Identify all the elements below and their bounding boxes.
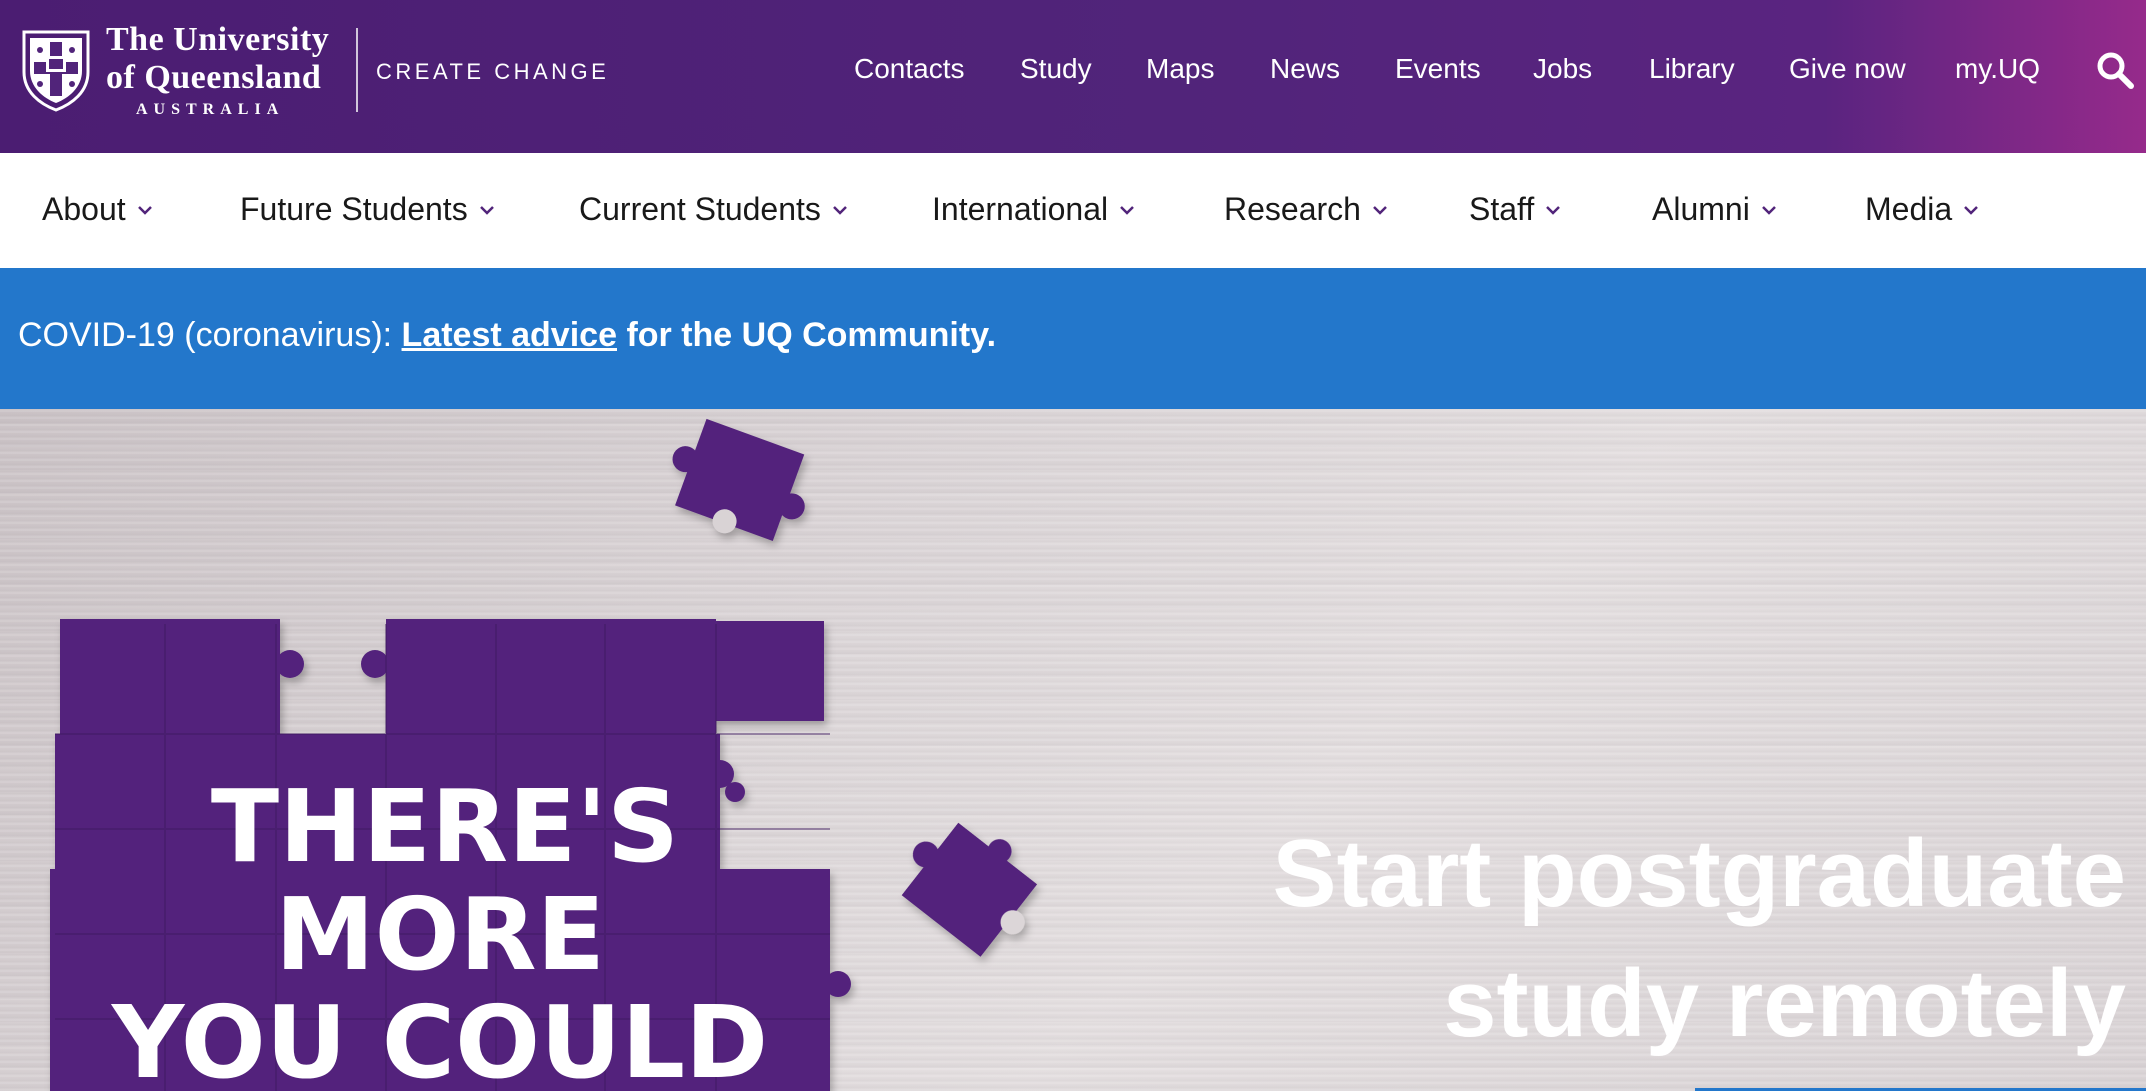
nav-item-research[interactable]: Research (1224, 191, 1389, 228)
puzzle-illustration: THERE'S MORE YOU COULD (50, 418, 1038, 1091)
puzzle-text-line3: YOU COULD (111, 984, 768, 1091)
chevron-down-icon (833, 205, 847, 215)
nav-item-label: Future Students (240, 191, 468, 227)
alert-prefix: COVID-19 (coronavirus): (18, 316, 402, 354)
hero-heading: Start postgraduate study remotely (1126, 809, 2126, 1069)
chevron-down-icon (1120, 205, 1135, 215)
nav-item-about[interactable]: About (42, 191, 154, 228)
nav-item-international[interactable]: International (932, 191, 1136, 228)
nav-item-media[interactable]: Media (1865, 191, 1980, 228)
chevron-down-icon (479, 205, 494, 215)
alert-message: COVID-19 (coronavirus): Latest advice fo… (18, 316, 996, 355)
university-country: AUSTRALIA (136, 100, 285, 118)
nav-item-label: International (932, 191, 1109, 227)
nav-item-label: Research (1224, 191, 1361, 227)
alert-suffix: for the UQ Community. (617, 316, 997, 354)
hero-heading-line2: study remotely (1443, 950, 2126, 1057)
nav-item-alumni[interactable]: Alumni (1652, 191, 1778, 228)
latest-advice-link[interactable]: Latest advice (402, 316, 617, 354)
university-name-line1: The University (106, 20, 330, 58)
nav-item-label: Alumni (1652, 191, 1750, 227)
covid-alert-banner: COVID-19 (coronavirus): Latest advice fo… (0, 268, 2146, 409)
utility-link-contacts[interactable]: Contacts (854, 53, 965, 85)
chevron-down-icon (1373, 205, 1387, 215)
nav-item-staff[interactable]: Staff (1469, 191, 1562, 228)
chevron-down-icon (1761, 205, 1776, 215)
main-nav: About Future Students Current Students I… (0, 153, 2146, 268)
chevron-down-icon (1964, 205, 1979, 215)
utility-link-jobs[interactable]: Jobs (1533, 53, 1592, 85)
nav-item-label: Current Students (579, 191, 821, 227)
nav-item-label: Media (1865, 191, 1953, 227)
chevron-down-icon (137, 205, 152, 215)
search-icon (2097, 52, 2134, 89)
utility-nav: Contacts Study Maps News Events Jobs Lib… (0, 53, 2146, 93)
nav-item-current-students[interactable]: Current Students (579, 191, 849, 228)
search-button[interactable] (2095, 50, 2135, 90)
hero-banner[interactable]: THERE'S MORE YOU COULD Start postgraduat… (0, 409, 2146, 1091)
utility-link-events[interactable]: Events (1395, 53, 1481, 85)
puzzle-text-line2: MORE (275, 876, 605, 993)
nav-item-future-students[interactable]: Future Students (240, 191, 496, 228)
utility-link-my-uq[interactable]: my.UQ (1955, 53, 2040, 85)
site-header: The University of Queensland AUSTRALIA C… (0, 0, 2146, 153)
hero-heading-line1: Start postgraduate (1272, 820, 2126, 927)
utility-link-give-now[interactable]: Give now (1789, 53, 1906, 85)
utility-link-news[interactable]: News (1270, 53, 1340, 85)
nav-item-label: About (42, 191, 126, 227)
chevron-down-icon (1546, 205, 1561, 215)
utility-link-maps[interactable]: Maps (1146, 53, 1214, 85)
nav-item-label: Staff (1469, 191, 1535, 227)
puzzle-text-line1: THERE'S (211, 768, 679, 885)
utility-link-library[interactable]: Library (1649, 53, 1735, 85)
utility-link-study[interactable]: Study (1020, 53, 1092, 85)
